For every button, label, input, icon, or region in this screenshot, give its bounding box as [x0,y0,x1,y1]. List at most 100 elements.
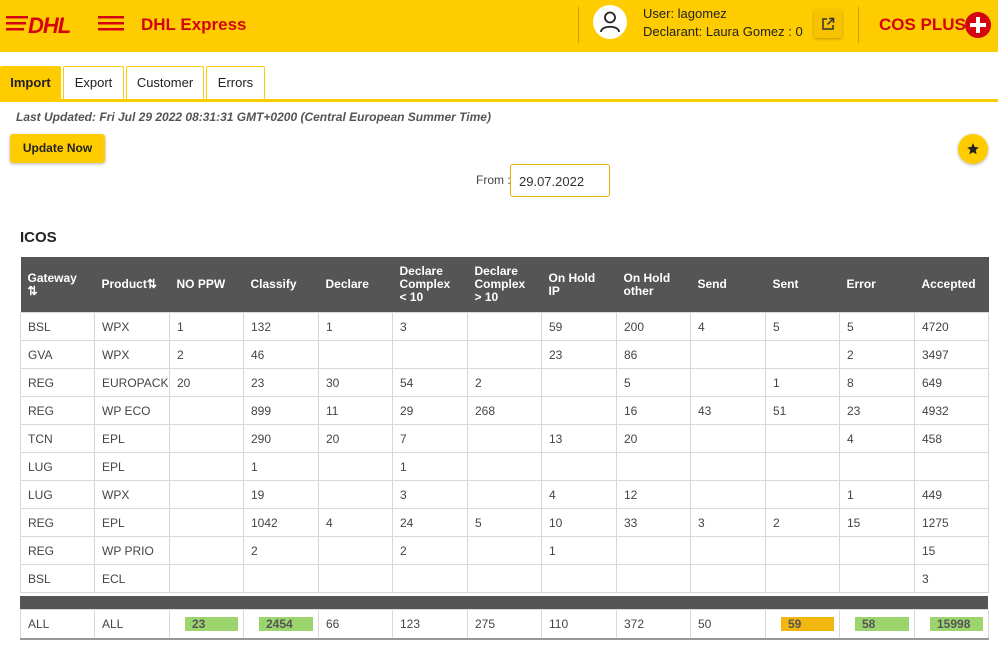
table-cell: 13 [541,424,617,453]
favorite-button[interactable] [958,134,988,164]
from-date-input[interactable]: 29.07.2022 [510,164,610,197]
table-cell [169,452,244,481]
column-header-on-hold-ip: On Hold IP [541,257,617,313]
table-cell: 1 [169,312,244,341]
table-cell: 20 [616,424,691,453]
external-link-icon [822,17,835,30]
tab-errors[interactable]: Errors [206,66,265,99]
tab-customer[interactable]: Customer [126,66,204,99]
total-cell: 15998 [914,609,989,640]
table-row: GVA WPX 2 46 23 86 2 3497 [20,340,989,369]
table-cell: 4932 [914,396,989,425]
table-cell: 23 [243,368,319,397]
total-value-highlight: 58 [855,617,909,631]
last-updated-text: Last Updated: Fri Jul 29 2022 08:31:31 G… [16,110,491,124]
table-cell [765,564,840,593]
table-cell: WP ECO [94,396,170,425]
table-row: REG EUROPACK 20 23 30 54 2 5 1 8 649 [20,368,989,397]
total-cell: 123 [392,609,468,640]
table-row: BSL WPX 1 132 1 3 59 200 4 5 5 4720 [20,312,989,341]
declarant-info: Declarant: Laura Gomez : 0 [643,24,803,39]
dhl-logo: DHL [6,13,124,37]
table-cell [169,424,244,453]
column-header-declare-complex-lt10: Declare Complex < 10 [392,257,468,313]
column-header-product[interactable]: Product⇅ [94,257,170,313]
table-cell: 4 [318,508,393,537]
table-cell [765,452,840,481]
table-cell [467,564,542,593]
table-cell: 1 [839,480,915,509]
total-cell: 2454 [243,609,319,640]
update-now-button[interactable]: Update Now [10,134,105,163]
top-bar: DHL DHL Express User: lagomez Declarant:… [0,0,998,52]
table-cell: 23 [541,340,617,369]
table-cell: EPL [94,452,170,481]
table-cell [169,564,244,593]
svg-text:DHL: DHL [28,13,71,37]
totals-row: ALL ALL 23 2454 66 123 275 110 372 50 59 58 15998 [20,609,989,640]
column-header-classify: Classify [243,257,319,313]
table-cell: EUROPACK [94,368,170,397]
table-cell: 2 [467,368,542,397]
tab-import[interactable]: Import [0,66,61,99]
table-cell [169,536,244,565]
column-header-accepted: Accepted [914,257,989,313]
table-cell: WPX [94,480,170,509]
sort-icon[interactable]: ⇅ [28,284,38,298]
divider [858,7,859,43]
table-row: REG WP PRIO 2 2 1 15 [20,536,989,565]
swiss-cross-icon [965,12,991,38]
table-cell: 4 [690,312,766,341]
table-cell: 1042 [243,508,319,537]
table-cell [839,452,915,481]
table-cell: 46 [243,340,319,369]
table-cell: 19 [243,480,319,509]
table-cell [541,564,617,593]
table-cell: EPL [94,424,170,453]
table-cell [243,564,319,593]
table-cell [467,452,542,481]
sort-icon[interactable]: ⇅ [147,277,157,291]
user-avatar[interactable] [593,5,627,39]
table-cell: 3497 [914,340,989,369]
table-cell: 1275 [914,508,989,537]
table-cell: 132 [243,312,319,341]
table-cell: 1 [541,536,617,565]
open-external-button[interactable] [814,10,842,38]
table-cell [690,480,766,509]
table-cell: 2 [169,340,244,369]
table-cell: 2 [839,340,915,369]
table-cell: 3 [914,564,989,593]
table-cell: 4 [839,424,915,453]
section-title: ICOS [20,229,57,246]
table-cell [690,452,766,481]
table-cell: 3 [392,312,468,341]
total-cell: 59 [765,609,840,640]
table-cell: 899 [243,396,319,425]
table-cell [914,452,989,481]
totals-separator [20,596,988,609]
table-cell: WP PRIO [94,536,170,565]
app-name: COS PLUS [879,15,966,34]
table-cell: BSL [20,312,95,341]
table-cell [392,340,468,369]
table-cell [169,396,244,425]
table-row: BSL ECL 3 [20,564,989,593]
table-header-row: Gateway ⇅ Product⇅ NO PPW Classify Declar… [20,257,989,313]
table-cell: 54 [392,368,468,397]
tab-export[interactable]: Export [63,66,124,99]
from-label: From : [476,173,511,187]
table-cell: 15 [914,536,989,565]
table-cell: 59 [541,312,617,341]
table-cell [765,480,840,509]
total-value-highlight: 23 [185,617,238,631]
column-header-gateway[interactable]: Gateway ⇅ [20,257,95,313]
table-cell: 4720 [914,312,989,341]
total-cell: 58 [839,609,915,640]
table-cell: 33 [616,508,691,537]
total-value-highlight: 2454 [259,617,313,631]
total-cell: ALL [20,609,95,640]
table-cell [616,564,691,593]
table-cell: 268 [467,396,542,425]
table-cell: 4 [541,480,617,509]
